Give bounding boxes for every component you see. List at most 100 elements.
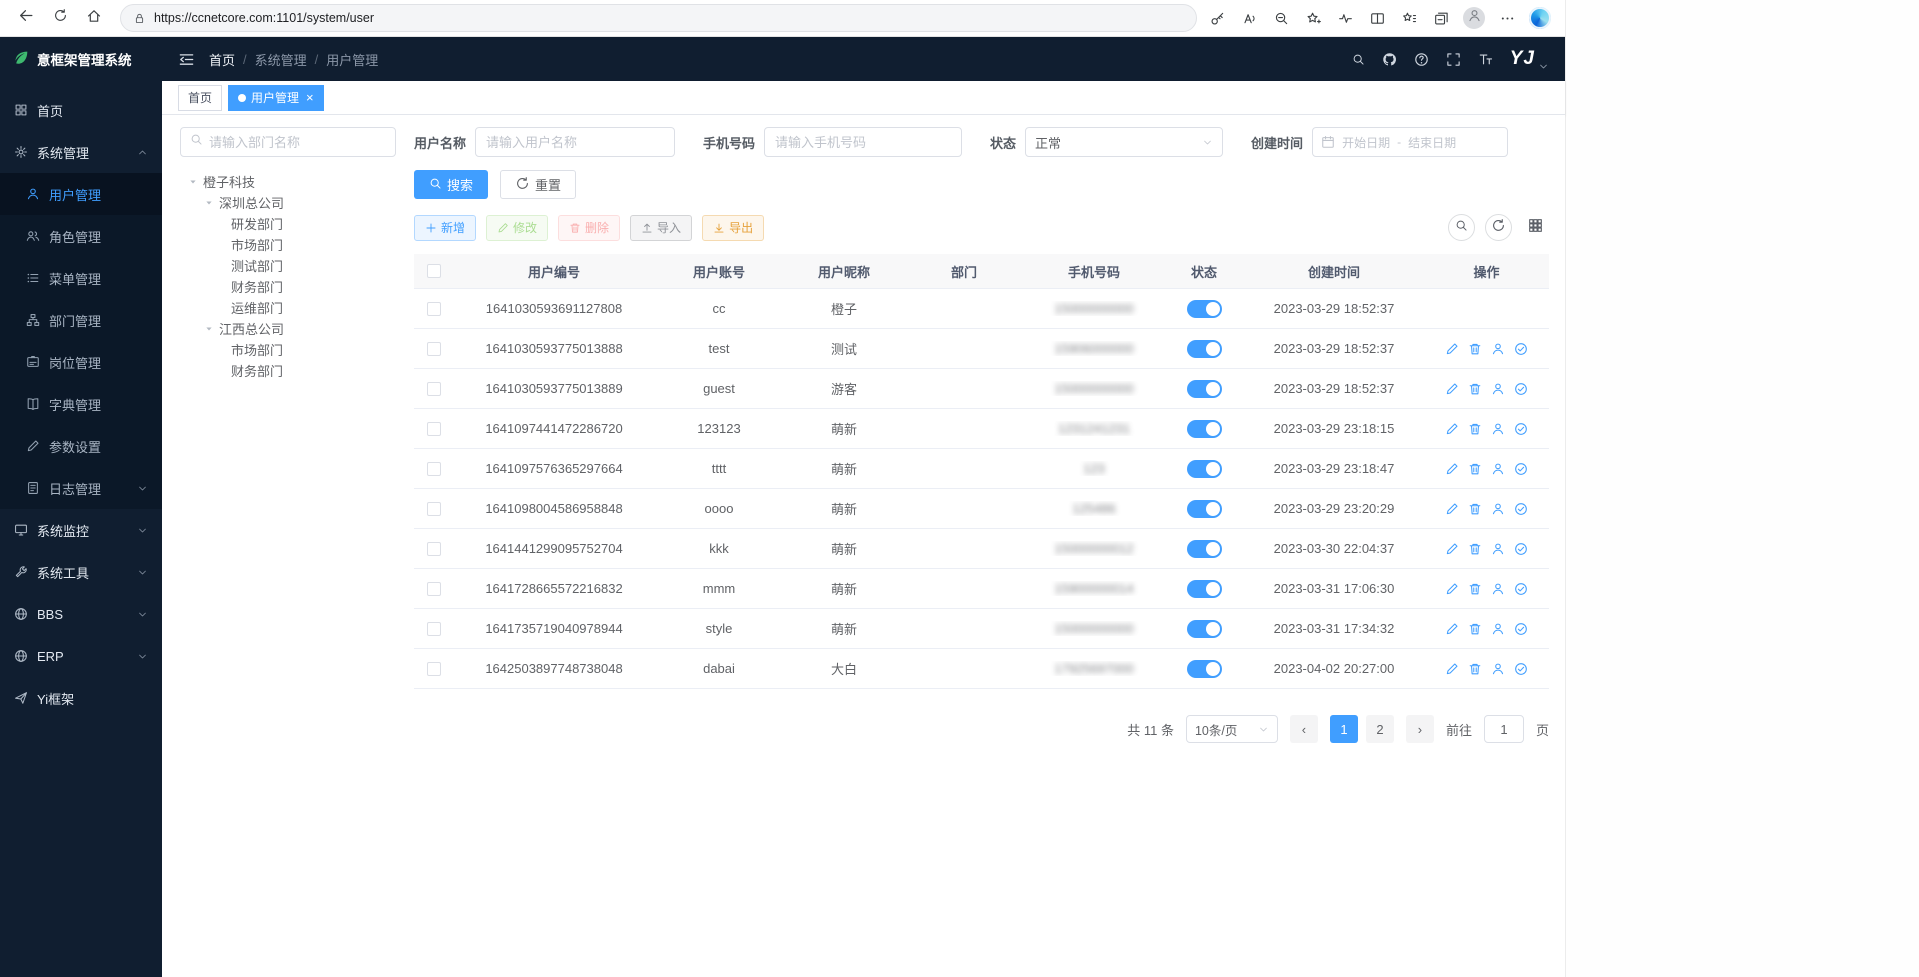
tree-node[interactable]: 橙子科技 <box>180 171 396 192</box>
profile-avatar[interactable] <box>1463 7 1485 29</box>
delete-button[interactable]: 删除 <box>558 215 620 241</box>
status-toggle[interactable] <box>1187 380 1222 398</box>
reset-button[interactable]: 重置 <box>500 170 576 199</box>
tree-node[interactable]: 运维部门 <box>180 297 396 318</box>
op-assign-icon[interactable] <box>1491 622 1505 636</box>
prev-page-button[interactable]: ‹ <box>1290 715 1318 743</box>
op-delete-icon[interactable] <box>1468 622 1482 636</box>
op-edit-icon[interactable] <box>1445 502 1459 516</box>
tree-node[interactable]: 财务部门 <box>180 360 396 381</box>
sidebar-item-role-mgmt[interactable]: 角色管理 <box>0 215 162 257</box>
row-checkbox[interactable] <box>427 462 441 476</box>
page-button-2[interactable]: 2 <box>1366 715 1394 743</box>
op-edit-icon[interactable] <box>1445 422 1459 436</box>
row-checkbox[interactable] <box>427 542 441 556</box>
username-input[interactable] <box>475 127 675 157</box>
op-check-icon[interactable] <box>1514 622 1528 636</box>
close-icon[interactable]: × <box>306 91 314 104</box>
sidebar-item-system-monitor[interactable]: 系统监控 <box>0 509 162 551</box>
op-check-icon[interactable] <box>1514 542 1528 556</box>
refresh-button[interactable] <box>44 3 76 33</box>
address-bar[interactable]: https://ccnetcore.com:1101/system/user <box>120 4 1197 32</box>
tree-node[interactable]: 研发部门 <box>180 213 396 234</box>
op-check-icon[interactable] <box>1514 462 1528 476</box>
copilot-icon[interactable] <box>1529 7 1551 29</box>
add-button[interactable]: 新增 <box>414 215 476 241</box>
op-delete-icon[interactable] <box>1468 542 1482 556</box>
status-toggle[interactable] <box>1187 500 1222 518</box>
tree-node[interactable]: 深圳总公司 <box>180 192 396 213</box>
op-assign-icon[interactable] <box>1491 582 1505 596</box>
tree-node[interactable]: 测试部门 <box>180 255 396 276</box>
op-delete-icon[interactable] <box>1468 422 1482 436</box>
sidebar-item-system-tools[interactable]: 系统工具 <box>0 551 162 593</box>
caret-down-icon[interactable] <box>186 176 200 188</box>
phone-input[interactable] <box>764 127 962 157</box>
tree-node[interactable]: 江西总公司 <box>180 318 396 339</box>
tab-用户管理[interactable]: 用户管理× <box>228 85 324 111</box>
next-page-button[interactable]: › <box>1406 715 1434 743</box>
op-check-icon[interactable] <box>1514 342 1528 356</box>
page-size-select[interactable]: 10条/页 <box>1186 715 1278 743</box>
collections-icon[interactable] <box>1431 8 1451 28</box>
op-assign-icon[interactable] <box>1491 382 1505 396</box>
read-aloud-icon[interactable] <box>1239 8 1259 28</box>
tree-node[interactable]: 财务部门 <box>180 276 396 297</box>
op-check-icon[interactable] <box>1514 422 1528 436</box>
toggle-search-button[interactable] <box>1448 214 1475 241</box>
status-toggle[interactable] <box>1187 580 1222 598</box>
password-key-icon[interactable] <box>1207 8 1227 28</box>
status-toggle[interactable] <box>1187 460 1222 478</box>
breadcrumb-home[interactable]: 首页 <box>209 50 235 69</box>
app-logo[interactable]: 意框架管理系统 <box>0 37 162 81</box>
row-checkbox[interactable] <box>427 342 441 356</box>
op-delete-icon[interactable] <box>1468 502 1482 516</box>
op-delete-icon[interactable] <box>1468 462 1482 476</box>
op-delete-icon[interactable] <box>1468 382 1482 396</box>
op-check-icon[interactable] <box>1514 662 1528 676</box>
goto-page-input[interactable] <box>1484 715 1524 743</box>
browser-essentials-icon[interactable] <box>1335 8 1355 28</box>
row-checkbox[interactable] <box>427 502 441 516</box>
more-menu-icon[interactable] <box>1497 8 1517 28</box>
sidebar-item-dept-mgmt[interactable]: 部门管理 <box>0 299 162 341</box>
back-button[interactable] <box>10 3 42 33</box>
sidebar-item-system-mgmt[interactable]: 系统管理 <box>0 131 162 173</box>
zoom-out-icon[interactable] <box>1271 8 1291 28</box>
row-checkbox[interactable] <box>427 302 441 316</box>
sidebar-collapse-icon[interactable] <box>178 51 195 68</box>
refresh-table-button[interactable] <box>1485 214 1512 241</box>
tab-首页[interactable]: 首页 <box>178 85 222 111</box>
row-checkbox[interactable] <box>427 422 441 436</box>
sidebar-item-home[interactable]: 首页 <box>0 89 162 131</box>
export-button[interactable]: 导出 <box>702 215 764 241</box>
op-edit-icon[interactable] <box>1445 582 1459 596</box>
sidebar-item-user-mgmt[interactable]: 用户管理 <box>0 173 162 215</box>
sidebar-item-log-mgmt[interactable]: 日志管理 <box>0 467 162 509</box>
row-checkbox[interactable] <box>427 622 441 636</box>
op-edit-icon[interactable] <box>1445 622 1459 636</box>
breadcrumb-system[interactable]: 系统管理 <box>255 50 307 69</box>
sidebar-item-dict-mgmt[interactable]: 字典管理 <box>0 383 162 425</box>
op-assign-icon[interactable] <box>1491 422 1505 436</box>
status-toggle[interactable] <box>1187 540 1222 558</box>
modify-button[interactable]: 修改 <box>486 215 548 241</box>
sidebar-item-param-settings[interactable]: 参数设置 <box>0 425 162 467</box>
search-button[interactable]: 搜索 <box>414 170 488 199</box>
op-edit-icon[interactable] <box>1445 382 1459 396</box>
op-delete-icon[interactable] <box>1468 342 1482 356</box>
page-button-1[interactable]: 1 <box>1330 715 1358 743</box>
status-toggle[interactable] <box>1187 620 1222 638</box>
status-toggle[interactable] <box>1187 340 1222 358</box>
op-assign-icon[interactable] <box>1491 542 1505 556</box>
user-logo-menu[interactable]: YJ <box>1510 48 1549 70</box>
github-icon[interactable] <box>1382 52 1397 67</box>
status-select[interactable]: 正常 <box>1025 127 1223 157</box>
caret-down-icon[interactable] <box>202 197 216 209</box>
tree-node[interactable]: 市场部门 <box>180 234 396 255</box>
op-assign-icon[interactable] <box>1491 662 1505 676</box>
favorite-add-icon[interactable] <box>1303 8 1323 28</box>
caret-down-icon[interactable] <box>202 323 216 335</box>
status-toggle[interactable] <box>1187 300 1222 318</box>
row-checkbox[interactable] <box>427 662 441 676</box>
